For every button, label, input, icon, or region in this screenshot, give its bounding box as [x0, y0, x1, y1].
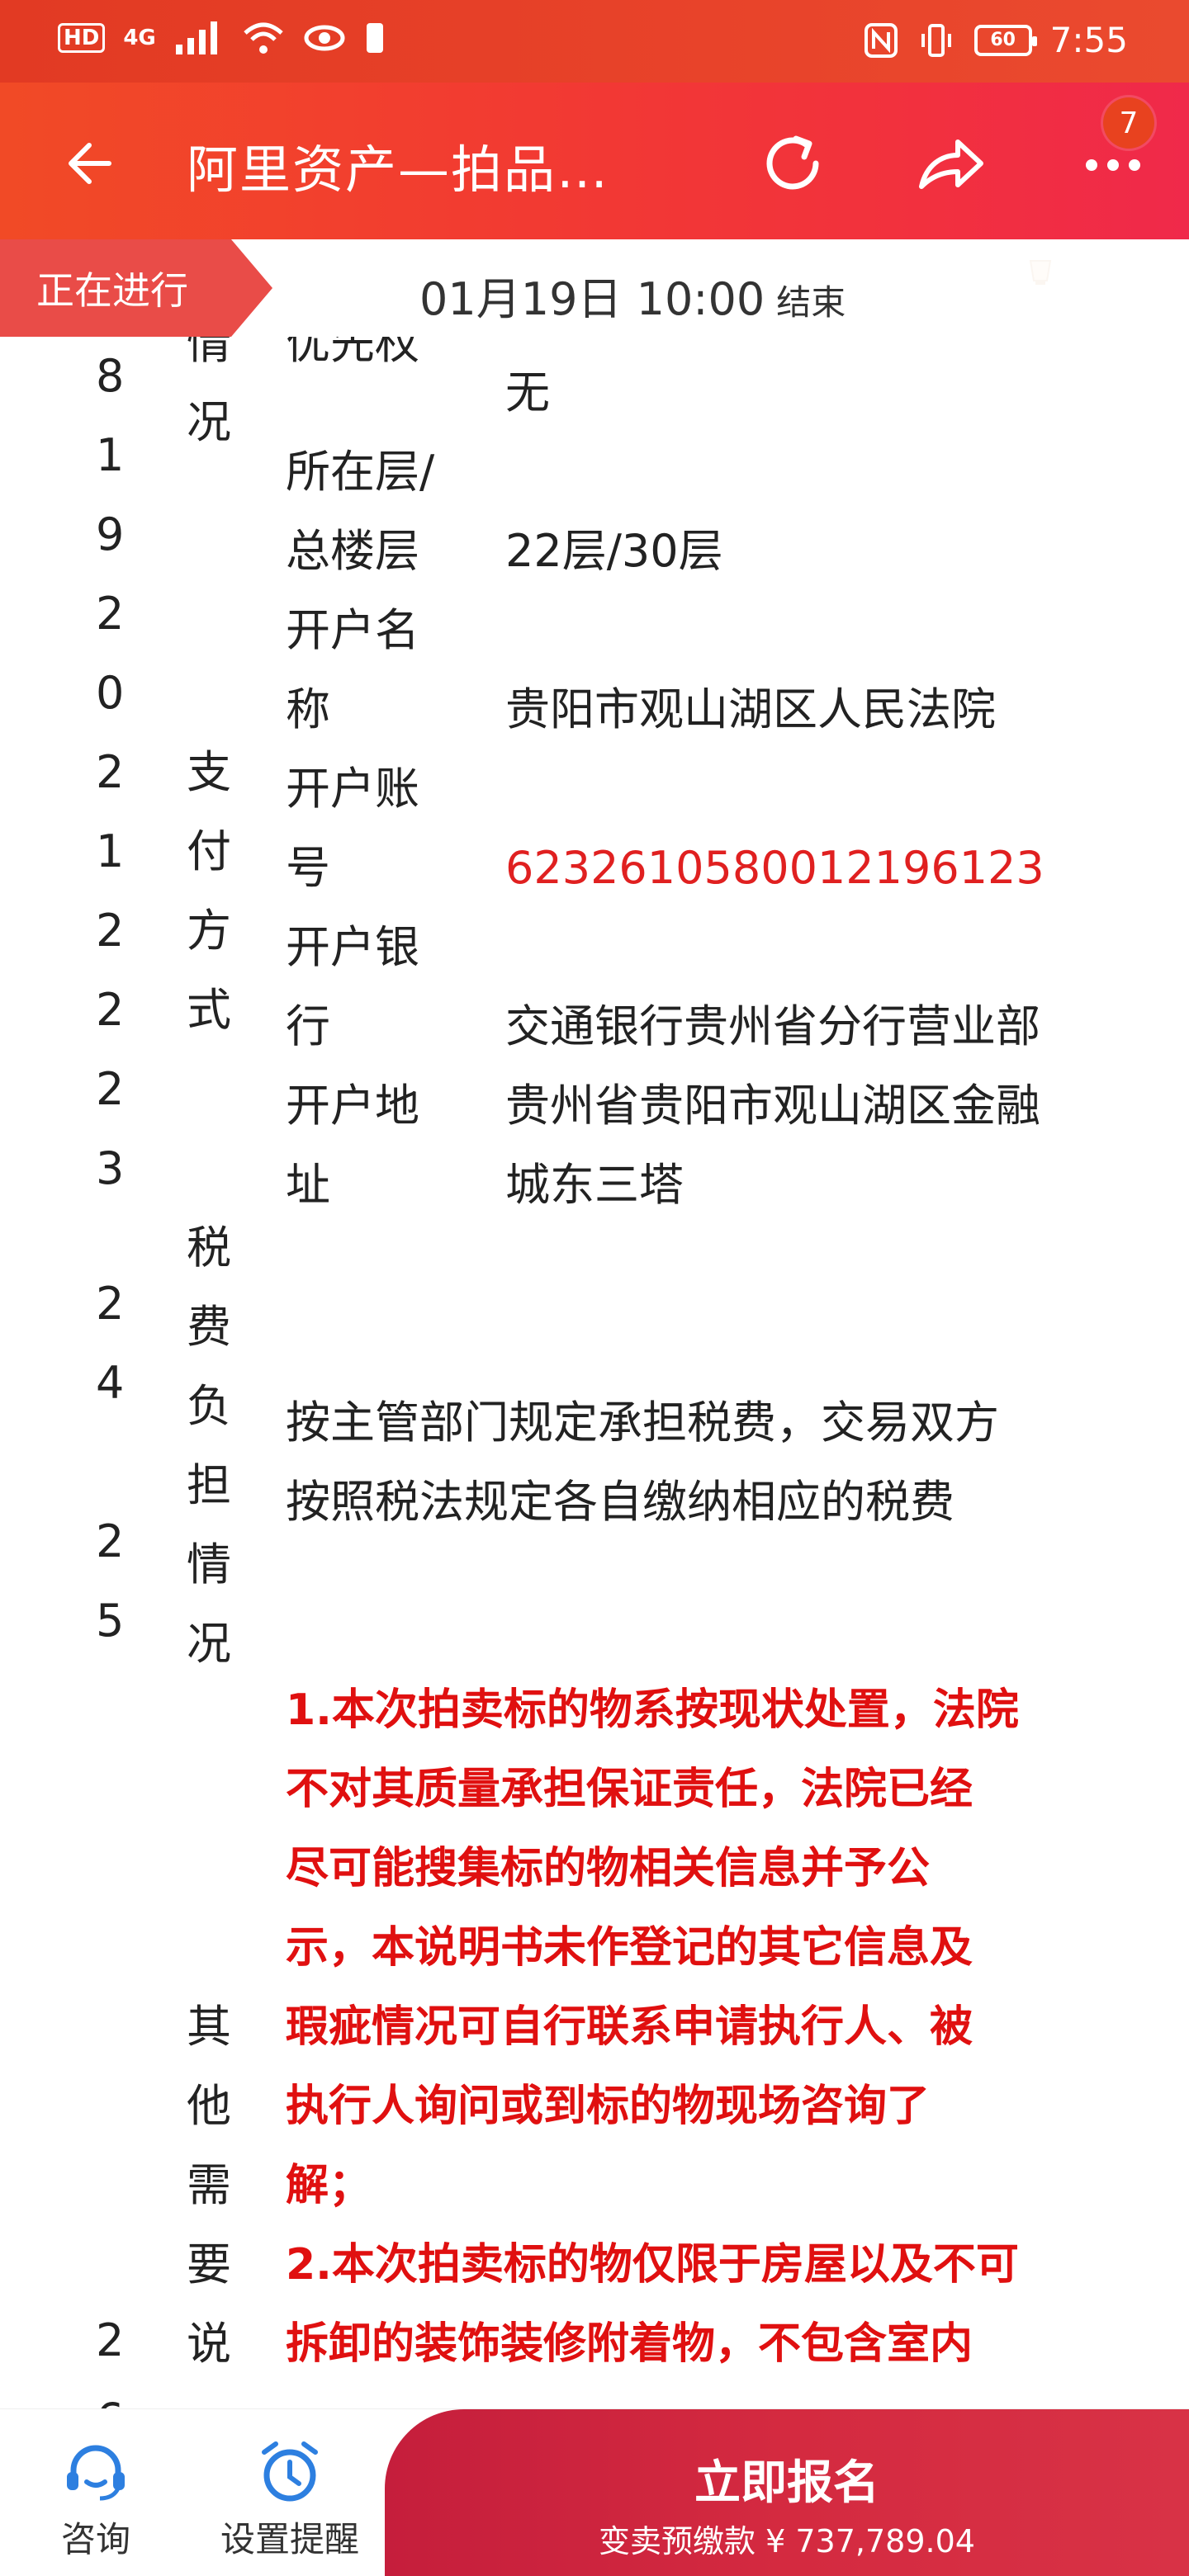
- field-key: 称: [286, 683, 330, 735]
- field-key: 址: [286, 1159, 330, 1211]
- bottom-action-bar: 咨询 设置提醒 立即报名 变卖预缴款 ¥ 737,789.04: [0, 2408, 1189, 2576]
- row-number-digit: 2: [96, 1278, 125, 1330]
- field-value: 交通银行贵州省分行营业部: [505, 1000, 1040, 1052]
- field-value: 贵州省贵阳市观山湖区金融: [505, 1080, 1040, 1132]
- row-number-digit: 5: [96, 1595, 125, 1647]
- row-number-digit: 2: [96, 746, 125, 798]
- row-number-digit: 2: [96, 2314, 125, 2366]
- network-type: 4G: [123, 26, 156, 50]
- auction-status-badge: 正在进行: [0, 239, 272, 337]
- category-char: 需: [187, 2159, 231, 2211]
- field-value: 无: [505, 366, 550, 418]
- auction-status-strip: 正在进行 01月19日 10:00 结束: [0, 239, 1189, 337]
- alarm-clock-icon: [262, 2441, 318, 2502]
- consult-button[interactable]: 咨询: [46, 2439, 145, 2562]
- field-value: 城东三塔: [505, 1159, 684, 1211]
- category-char: 况: [187, 1618, 231, 1670]
- customer-service-icon: [67, 2445, 125, 2501]
- category-char: 支: [187, 746, 231, 798]
- refresh-icon[interactable]: [753, 124, 832, 203]
- category-char: 说: [187, 2318, 231, 2370]
- auction-detail-table: 8 1 9 2 0 2 1 2 2 2 3 2 4 2 5 2 6 情 况 支 …: [0, 337, 1189, 2408]
- row-number-digit: 2: [96, 905, 125, 957]
- field-key: 行: [286, 1000, 330, 1052]
- set-reminder-button[interactable]: 设置提醒: [211, 2439, 368, 2562]
- field-key: 开户名: [286, 604, 419, 656]
- category-char: 情: [187, 337, 231, 369]
- category-char: 担: [187, 1459, 231, 1511]
- row-number-digit: 2: [96, 1063, 125, 1115]
- wifi-icon: [244, 22, 283, 54]
- field-key: 所在层/: [286, 446, 435, 498]
- category-char: 其: [187, 2001, 231, 2053]
- notification-icon: [366, 23, 383, 53]
- note-line: 1.本次拍卖标的物系按现状处置，法院: [286, 1685, 1019, 1735]
- field-key: 优先权: [286, 337, 419, 369]
- row-number-digit: 2: [96, 984, 125, 1036]
- field-key: 号: [286, 842, 330, 894]
- row-number-digit: 6: [96, 2380, 124, 2408]
- nfc-icon: [864, 22, 898, 58]
- note-line: 解；: [286, 2161, 372, 2210]
- category-char: 式: [187, 984, 231, 1036]
- deposit-amount: 变卖预缴款 ¥ 737,789.04: [599, 2523, 975, 2559]
- category-char: 况: [187, 396, 231, 448]
- end-time-value: 01月19日 10:00: [419, 273, 765, 325]
- row-number-digit: 1: [96, 429, 125, 481]
- bank-account-number: 6232610580012196123: [505, 842, 1045, 894]
- field-key: 开户银: [286, 921, 419, 973]
- end-time-suffix: 结束: [776, 282, 846, 323]
- share-icon[interactable]: [910, 124, 989, 203]
- page-title: 阿里资产—拍品…: [187, 139, 610, 200]
- category-char: 方: [187, 905, 231, 957]
- field-value: 贵阳市观山湖区人民法院: [505, 683, 996, 735]
- field-value: 22层/30层: [505, 525, 723, 577]
- field-key: 开户账: [286, 763, 419, 815]
- note-line: 执行人询问或到标的物现场咨询了: [286, 2082, 931, 2131]
- row-number-digit: 4: [96, 1357, 125, 1409]
- category-char: 要: [187, 2238, 231, 2290]
- category-char: 负: [187, 1380, 231, 1432]
- note-line: 拆卸的装饰装修附着物，不包含室内: [286, 2319, 973, 2369]
- row-number-digit: 9: [96, 508, 125, 560]
- row-number-digit: 2: [96, 1515, 125, 1567]
- register-now-button[interactable]: 立即报名 变卖预缴款 ¥ 737,789.04: [385, 2409, 1189, 2576]
- eye-comfort-icon: [304, 25, 345, 51]
- notification-badge: 7: [1103, 97, 1154, 149]
- field-key: 总楼层: [286, 525, 419, 577]
- category-char: 情: [187, 1539, 231, 1591]
- note-line: 不对其质量承担保证责任，法院已经: [286, 1765, 973, 1814]
- status-left-icons: HD 4G: [58, 20, 386, 56]
- category-char: 他: [187, 2080, 231, 2132]
- set-reminder-label: 设置提醒: [220, 2519, 359, 2559]
- field-key: 开户地: [286, 1080, 419, 1132]
- row-number-digit: 8: [96, 350, 125, 402]
- row-number-digit: 3: [96, 1142, 125, 1194]
- register-now-label: 立即报名: [694, 2456, 879, 2510]
- row-number-digit: 2: [96, 588, 125, 640]
- battery-level: 60: [990, 30, 1016, 50]
- note-line: 瑕疵情况可自行联系申请执行人、被: [286, 2002, 973, 2052]
- signal-icon: [175, 21, 217, 54]
- system-status-bar: HD 4G 60 7:55: [0, 0, 1189, 83]
- hd-indicator: HD: [58, 23, 106, 53]
- vibrate-icon: [921, 23, 951, 57]
- row-number-digit: 0: [96, 667, 125, 719]
- note-line: 2.本次拍卖标的物仅限于房屋以及不可: [286, 2240, 1019, 2290]
- row-number-digit: 1: [96, 825, 125, 877]
- consult-label: 咨询: [60, 2519, 130, 2559]
- note-line: 示，本说明书未作登记的其它信息及: [286, 1923, 973, 1973]
- top-navigation-bar: 阿里资产—拍品… 7: [0, 83, 1189, 285]
- note-line: 尽可能搜集标的物相关信息并予公: [286, 1844, 931, 1893]
- category-char: 税: [187, 1222, 231, 1274]
- status-right-icons: 60 7:55: [864, 20, 1128, 60]
- category-char: 付: [187, 825, 231, 877]
- battery-icon: 60: [973, 24, 1037, 56]
- tax-description-line: 按照税法规定各自缴纳相应的税费: [286, 1476, 955, 1528]
- tax-description-line: 按主管部门规定承担税费，交易双方: [286, 1397, 999, 1449]
- category-char: 费: [187, 1301, 231, 1353]
- clock: 7:55: [1049, 20, 1128, 60]
- back-arrow-icon[interactable]: [59, 130, 126, 196]
- auction-end-time: 01月19日 10:00 结束: [419, 262, 846, 328]
